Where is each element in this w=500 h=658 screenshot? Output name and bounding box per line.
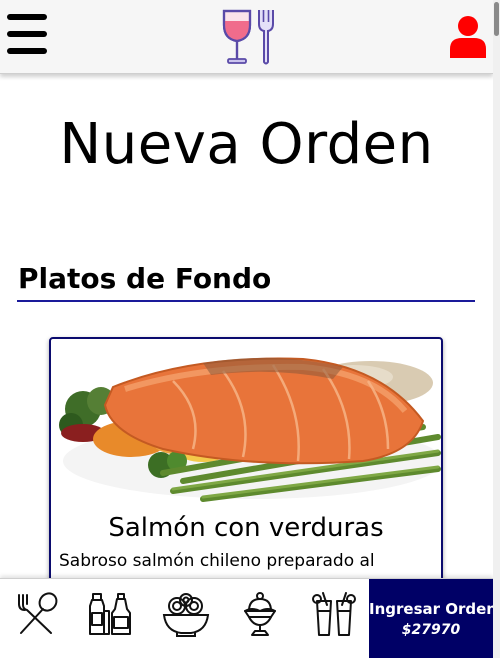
dish-card[interactable]: Salmón con verduras Sabroso salmón chile… — [49, 337, 443, 597]
condiment-bottles-icon[interactable] — [87, 591, 137, 637]
menu-bar — [7, 48, 47, 54]
ice-cream-sundae-icon[interactable] — [235, 591, 285, 637]
drinks-glasses-icon[interactable] — [309, 591, 359, 637]
menu-bar — [7, 14, 47, 20]
hamburger-menu-icon[interactable] — [7, 14, 47, 54]
utensils-spoon-fork-icon[interactable] — [13, 591, 63, 637]
wine-glass-fork-logo[interactable] — [219, 7, 279, 67]
bottom-category-bar: Ingresar Orden $27970 — [0, 578, 497, 658]
scrollbar[interactable] — [493, 0, 500, 658]
top-header — [0, 0, 493, 74]
order-button-label: Ingresar Orden — [369, 600, 497, 618]
page-title: Nueva Orden — [59, 112, 434, 177]
scrollbar-thumb[interactable] — [494, 2, 499, 36]
salmon-dish-image — [53, 341, 441, 503]
user-icon[interactable] — [448, 14, 488, 58]
menu-bar — [7, 31, 47, 37]
pasta-bowl-icon[interactable] — [161, 591, 211, 637]
submit-order-button[interactable]: Ingresar Orden $27970 — [369, 579, 497, 658]
order-total-price: $27970 — [401, 622, 461, 638]
dish-description: Sabroso salmón chileno preparado al — [59, 551, 375, 571]
section-title: Platos de Fondo — [17, 262, 475, 302]
dish-title: Salmón con verduras — [108, 513, 384, 543]
